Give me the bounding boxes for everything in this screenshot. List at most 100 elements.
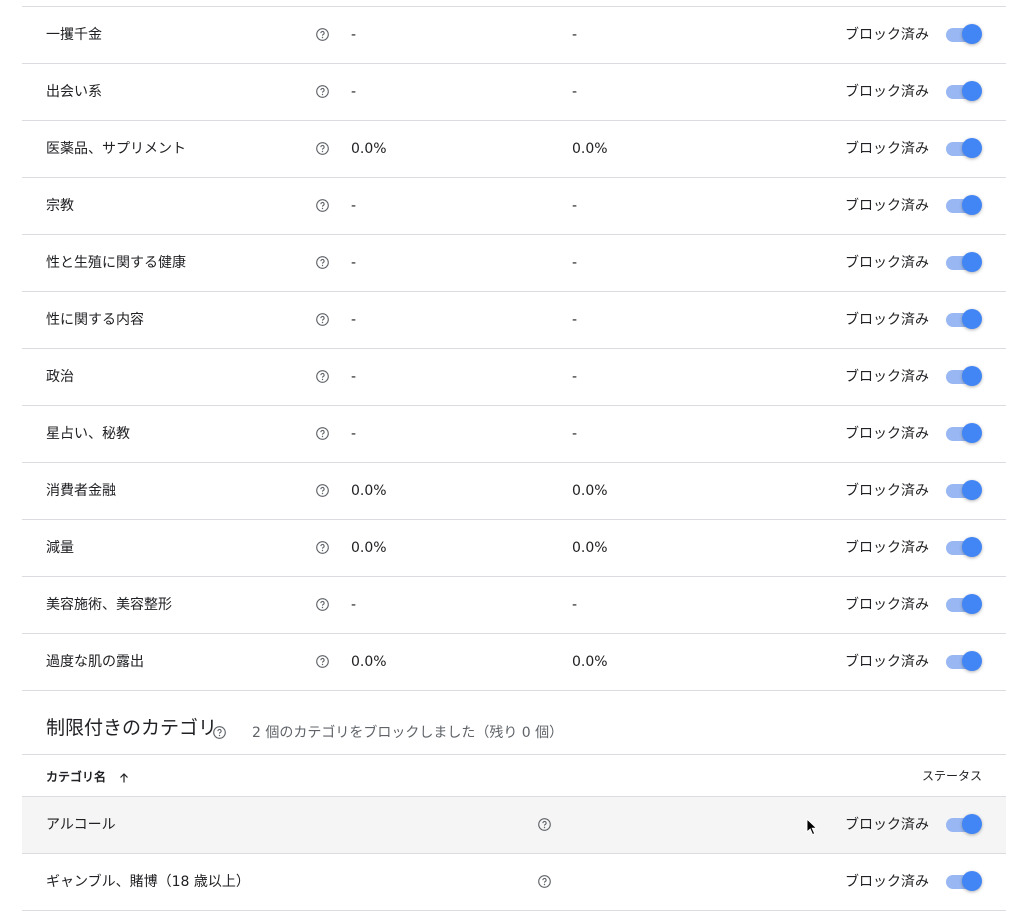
toggle-thumb bbox=[962, 651, 982, 671]
metric-value-1: - bbox=[351, 369, 357, 385]
table-row: 性に関する内容 - - ブロック済み bbox=[22, 292, 1006, 349]
category-name: 消費者金融 bbox=[46, 483, 116, 499]
block-toggle[interactable] bbox=[944, 195, 982, 217]
status-label: ブロック済み bbox=[845, 654, 929, 670]
help-circle-icon[interactable] bbox=[316, 256, 329, 269]
help-circle-icon[interactable] bbox=[538, 875, 551, 888]
block-toggle[interactable] bbox=[944, 651, 982, 673]
table-row: 医薬品、サプリメント 0.0% 0.0% ブロック済み bbox=[22, 121, 1006, 178]
table-row: ギャンブル、賭博（18 歳以上） ブロック済み bbox=[22, 854, 1006, 911]
metric-value-1: - bbox=[351, 426, 357, 442]
metric-value-1: 0.0% bbox=[351, 141, 387, 157]
metric-value-2: - bbox=[572, 597, 578, 613]
metric-value-2: - bbox=[572, 198, 578, 214]
toggle-thumb bbox=[962, 81, 982, 101]
help-circle-icon[interactable] bbox=[316, 484, 329, 497]
block-toggle[interactable] bbox=[944, 814, 982, 836]
metric-value-2: - bbox=[572, 312, 578, 328]
status-label: ブロック済み bbox=[845, 540, 929, 556]
status-label: ブロック済み bbox=[845, 817, 929, 833]
toggle-thumb bbox=[962, 309, 982, 329]
block-toggle[interactable] bbox=[944, 423, 982, 445]
metric-value-2: - bbox=[572, 426, 578, 442]
table-row: 性と生殖に関する健康 - - ブロック済み bbox=[22, 235, 1006, 292]
help-circle-icon[interactable] bbox=[316, 85, 329, 98]
block-toggle[interactable] bbox=[944, 871, 982, 893]
category-name: 政治 bbox=[46, 369, 74, 385]
categories-table: 一攫千金 - - ブロック済み 出会い系 - - ブロック済み 医薬品、サプリメ… bbox=[22, 6, 1006, 911]
status-label: ブロック済み bbox=[845, 84, 929, 100]
category-name: 星占い、秘教 bbox=[46, 426, 130, 442]
block-toggle[interactable] bbox=[944, 366, 982, 388]
category-name: 性に関する内容 bbox=[46, 312, 144, 328]
category-name: 医薬品、サプリメント bbox=[46, 141, 186, 157]
status-label: ブロック済み bbox=[845, 874, 929, 890]
status-label: ブロック済み bbox=[845, 426, 929, 442]
category-name: 性と生殖に関する健康 bbox=[46, 255, 186, 271]
table-row: 過度な肌の露出 0.0% 0.0% ブロック済み bbox=[22, 634, 1006, 691]
column-header-category-name[interactable]: カテゴリ名 bbox=[46, 768, 106, 785]
table-row: 消費者金融 0.0% 0.0% ブロック済み bbox=[22, 463, 1006, 520]
help-circle-icon[interactable] bbox=[316, 370, 329, 383]
status-label: ブロック済み bbox=[845, 27, 929, 43]
content-categories-page: 一攫千金 - - ブロック済み 出会い系 - - ブロック済み 医薬品、サプリメ… bbox=[0, 0, 1023, 919]
status-label: ブロック済み bbox=[845, 312, 929, 328]
toggle-thumb bbox=[962, 252, 982, 272]
toggle-thumb bbox=[962, 423, 982, 443]
category-name: 出会い系 bbox=[46, 84, 102, 100]
table-row: 減量 0.0% 0.0% ブロック済み bbox=[22, 520, 1006, 577]
help-circle-icon[interactable] bbox=[538, 818, 551, 831]
status-label: ブロック済み bbox=[845, 597, 929, 613]
block-toggle[interactable] bbox=[944, 594, 982, 616]
column-header-status: ステータス bbox=[921, 769, 982, 783]
help-circle-icon[interactable] bbox=[316, 313, 329, 326]
category-name: 減量 bbox=[46, 540, 74, 556]
toggle-thumb bbox=[962, 537, 982, 557]
metric-value-1: - bbox=[351, 198, 357, 214]
block-toggle[interactable] bbox=[944, 537, 982, 559]
status-label: ブロック済み bbox=[845, 255, 929, 271]
help-circle-icon[interactable] bbox=[316, 655, 329, 668]
help-circle-icon[interactable] bbox=[316, 598, 329, 611]
category-name: アルコール bbox=[46, 817, 116, 833]
metric-value-1: 0.0% bbox=[351, 540, 387, 556]
status-label: ブロック済み bbox=[845, 141, 929, 157]
table-row: 一攫千金 - - ブロック済み bbox=[22, 7, 1006, 64]
metric-value-2: 0.0% bbox=[572, 141, 608, 157]
metric-value-1: - bbox=[351, 312, 357, 328]
block-toggle[interactable] bbox=[944, 480, 982, 502]
help-circle-icon[interactable] bbox=[213, 724, 226, 739]
toggle-thumb bbox=[962, 594, 982, 614]
help-circle-icon[interactable] bbox=[316, 199, 329, 212]
metric-value-2: - bbox=[572, 27, 578, 43]
category-name: 過度な肌の露出 bbox=[46, 654, 144, 670]
category-name: ギャンブル、賭博（18 歳以上） bbox=[46, 874, 250, 890]
metric-value-2: - bbox=[572, 84, 578, 100]
category-name: 宗教 bbox=[46, 198, 74, 214]
block-toggle[interactable] bbox=[944, 252, 982, 274]
toggle-thumb bbox=[962, 480, 982, 500]
status-label: ブロック済み bbox=[845, 198, 929, 214]
table-column-header: カテゴリ名 ステータス bbox=[22, 755, 1006, 797]
toggle-thumb bbox=[962, 814, 982, 834]
help-circle-icon[interactable] bbox=[316, 541, 329, 554]
block-toggle[interactable] bbox=[944, 24, 982, 46]
section-title: 制限付きのカテゴリ bbox=[46, 717, 218, 739]
help-circle-icon[interactable] bbox=[316, 142, 329, 155]
help-circle-icon[interactable] bbox=[316, 427, 329, 440]
metric-value-1: - bbox=[351, 84, 357, 100]
table-row: 出会い系 - - ブロック済み bbox=[22, 64, 1006, 121]
metric-value-1: - bbox=[351, 597, 357, 613]
arrow-up-icon[interactable] bbox=[118, 769, 130, 783]
block-toggle[interactable] bbox=[944, 309, 982, 331]
status-label: ブロック済み bbox=[845, 483, 929, 499]
toggle-thumb bbox=[962, 138, 982, 158]
block-toggle[interactable] bbox=[944, 138, 982, 160]
metric-value-2: 0.0% bbox=[572, 540, 608, 556]
block-toggle[interactable] bbox=[944, 81, 982, 103]
category-name: 一攫千金 bbox=[46, 27, 102, 43]
help-circle-icon[interactable] bbox=[316, 28, 329, 41]
table-row: 宗教 - - ブロック済み bbox=[22, 178, 1006, 235]
metric-value-2: - bbox=[572, 369, 578, 385]
category-name: 美容施術、美容整形 bbox=[46, 597, 172, 613]
